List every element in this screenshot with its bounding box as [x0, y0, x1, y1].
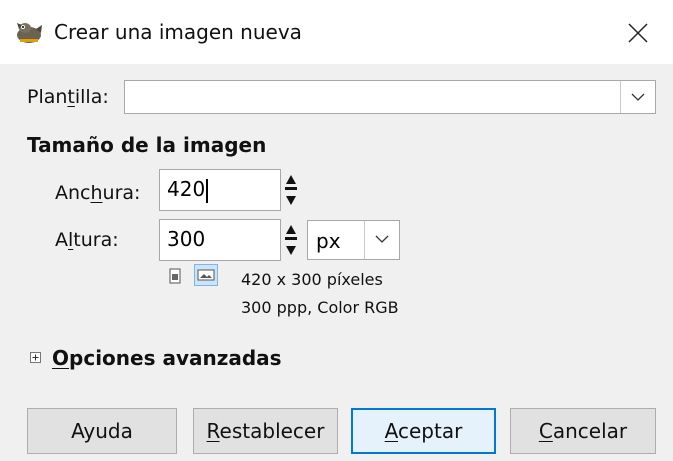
unit-dropdown-button[interactable] [364, 221, 399, 259]
landscape-icon [197, 269, 215, 281]
height-label: Altura: [55, 229, 119, 251]
width-input[interactable]: 420 [159, 169, 281, 211]
dialog-content [0, 64, 673, 461]
unit-combo[interactable]: px [307, 220, 400, 260]
spin-up-icon[interactable] [286, 225, 296, 234]
reset-button[interactable]: Restablecer [193, 408, 338, 454]
close-button[interactable] [617, 12, 659, 54]
help-button[interactable]: Ayuda [27, 408, 177, 454]
resolution-info: 300 ppp, Color RGB [241, 298, 399, 317]
portrait-icon [169, 268, 181, 284]
spin-down-icon[interactable] [286, 246, 296, 255]
accept-button[interactable]: Aceptar [351, 408, 496, 454]
gimp-icon [14, 19, 44, 45]
spin-up-icon[interactable] [286, 175, 296, 184]
expand-plus-icon[interactable] [30, 352, 41, 363]
unit-value: px [316, 229, 341, 253]
height-spinner[interactable] [283, 219, 299, 261]
width-label: Anchura: [55, 182, 141, 204]
cancel-button[interactable]: Cancelar [510, 408, 656, 454]
portrait-button[interactable] [166, 266, 184, 286]
width-spinner[interactable] [283, 169, 299, 211]
height-input[interactable]: 300 [159, 219, 281, 261]
chevron-down-icon [631, 93, 645, 101]
template-combo[interactable] [124, 80, 656, 114]
advanced-options-toggle[interactable]: Opciones avanzadas [52, 346, 282, 370]
title-bar: Crear una imagen nueva [0, 0, 673, 64]
spin-down-icon[interactable] [286, 196, 296, 205]
chevron-down-icon [375, 235, 389, 243]
window-title: Crear una imagen nueva [54, 20, 302, 44]
landscape-button[interactable] [194, 264, 218, 286]
template-dropdown-button[interactable] [620, 81, 655, 113]
image-size-heading: Tamaño de la imagen [27, 133, 267, 157]
template-label: Plantilla: [27, 86, 109, 108]
size-info: 420 x 300 píxeles [241, 270, 383, 289]
text-cursor [206, 178, 209, 203]
close-icon [628, 23, 648, 43]
